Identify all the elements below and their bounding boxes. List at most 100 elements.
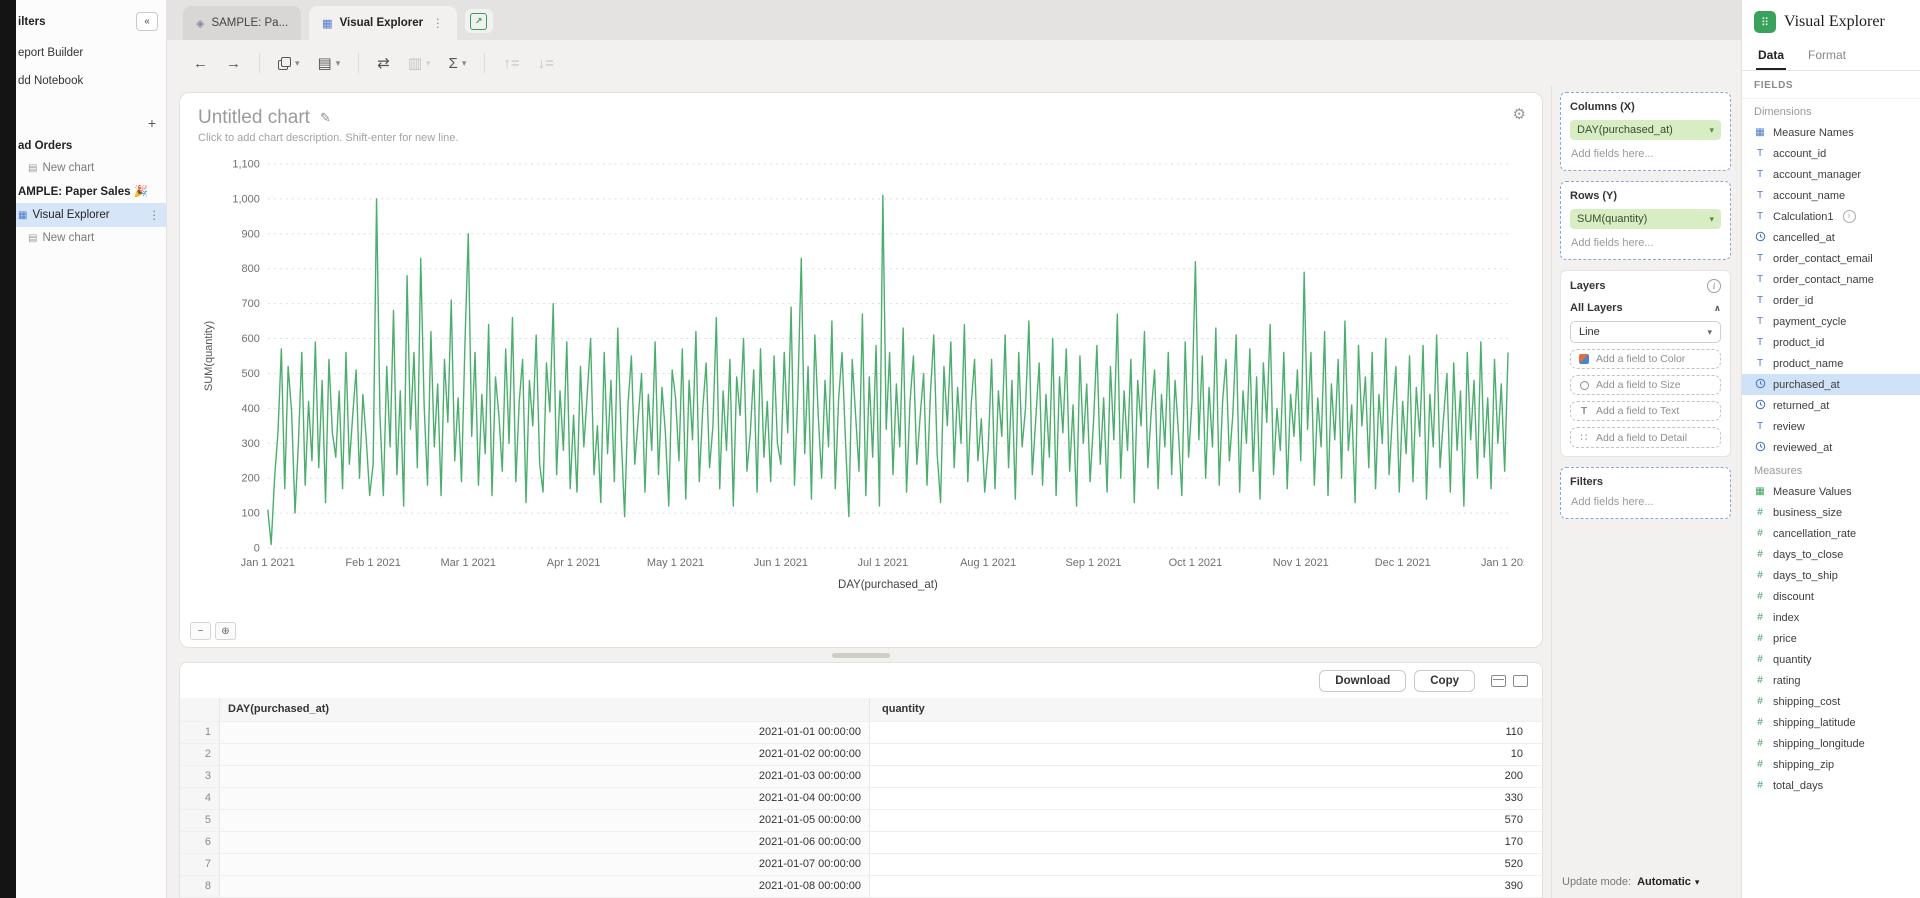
row-number: 1 bbox=[180, 722, 220, 743]
info-icon[interactable]: i bbox=[1707, 279, 1721, 293]
sidebar-item-new-chart[interactable]: ▤ New chart bbox=[16, 157, 166, 179]
tab-data[interactable]: Data bbox=[1756, 42, 1786, 70]
field-item-index[interactable]: #index bbox=[1742, 607, 1920, 628]
sort-ascending-button[interactable]: ↑= bbox=[503, 55, 519, 72]
field-item-order-id[interactable]: Torder_id bbox=[1742, 290, 1920, 311]
chart-description-placeholder[interactable]: Click to add chart description. Shift-en… bbox=[198, 132, 1524, 144]
text-field-icon: T bbox=[1754, 422, 1766, 432]
line-chart[interactable]: 01002003004005006007008009001,0001,100Ja… bbox=[198, 150, 1524, 602]
field-item-account-id[interactable]: Taccount_id bbox=[1742, 143, 1920, 164]
field-item-shipping-latitude[interactable]: #shipping_latitude bbox=[1742, 712, 1920, 733]
sort-descending-button[interactable]: ↓= bbox=[538, 55, 554, 72]
field-item-order-contact-email[interactable]: Torder_contact_email bbox=[1742, 248, 1920, 269]
rows-y-well[interactable]: Rows (Y) SUM(quantity) ▾ Add fields here… bbox=[1560, 181, 1731, 260]
resize-handle[interactable] bbox=[832, 653, 890, 658]
field-item-business-size[interactable]: #business_size bbox=[1742, 502, 1920, 523]
field-item-discount[interactable]: #discount bbox=[1742, 586, 1920, 607]
table-row[interactable]: 42021-01-04 00:00:00330 bbox=[180, 788, 1542, 810]
column-header-quantity[interactable]: quantity bbox=[870, 698, 1535, 721]
sidebar-item-orders-folder[interactable]: ad Orders bbox=[16, 135, 166, 157]
field-pill-sum-quantity[interactable]: SUM(quantity) ▾ bbox=[1570, 209, 1721, 229]
table-row[interactable]: 62021-01-06 00:00:00170 bbox=[180, 832, 1542, 854]
table-row[interactable]: 32021-01-03 00:00:00200 bbox=[180, 766, 1542, 788]
pivot-button[interactable]: ⇄ bbox=[377, 54, 390, 72]
field-item-returned-at[interactable]: returned_at bbox=[1742, 395, 1920, 416]
field-item-days-to-close[interactable]: #days_to_close bbox=[1742, 544, 1920, 565]
chart-title[interactable]: Untitled chart bbox=[198, 107, 310, 129]
tab-visual-explorer[interactable]: ▦ Visual Explorer ⋮ bbox=[309, 6, 456, 40]
add-document-button[interactable]: + bbox=[148, 115, 156, 131]
field-pill-day-purchased-at[interactable]: DAY(purchased_at) ▾ bbox=[1570, 120, 1721, 140]
field-item-cancelled-at[interactable]: cancelled_at bbox=[1742, 227, 1920, 248]
expand-table-icon[interactable] bbox=[1513, 675, 1528, 687]
sidebar-item-visual-explorer[interactable]: ▦ Visual Explorer ⋮ bbox=[16, 203, 166, 227]
field-item-shipping-zip[interactable]: #shipping_zip bbox=[1742, 754, 1920, 775]
field-item-product-name[interactable]: Tproduct_name bbox=[1742, 353, 1920, 374]
stack-button[interactable]: ▥▾ bbox=[408, 54, 431, 72]
cell-quantity: 390 bbox=[870, 876, 1535, 897]
field-label: quantity bbox=[1773, 654, 1812, 666]
layer-slot-color[interactable]: Add a field to Color bbox=[1570, 349, 1721, 369]
field-item-account-name[interactable]: Taccount_name bbox=[1742, 185, 1920, 206]
chevron-up-icon[interactable]: ∧ bbox=[1714, 303, 1721, 314]
field-item-calculation1[interactable]: TCalculation1i bbox=[1742, 206, 1920, 227]
field-item-order-contact-name[interactable]: Torder_contact_name bbox=[1742, 269, 1920, 290]
field-item-price[interactable]: #price bbox=[1742, 628, 1920, 649]
chart-settings-gear-icon[interactable]: ⚙ bbox=[1513, 105, 1526, 123]
field-item-product-id[interactable]: Tproduct_id bbox=[1742, 332, 1920, 353]
field-item-measure-names[interactable]: ▦Measure Names bbox=[1742, 122, 1920, 143]
tab-menu-icon[interactable]: ⋮ bbox=[430, 16, 444, 30]
chart-card: Untitled chart ✎ Click to add chart desc… bbox=[179, 92, 1543, 648]
field-item-cancellation-rate[interactable]: #cancellation_rate bbox=[1742, 523, 1920, 544]
columns-x-well[interactable]: Columns (X) DAY(purchased_at) ▾ Add fiel… bbox=[1560, 92, 1731, 171]
collapse-table-icon[interactable] bbox=[1491, 675, 1506, 687]
share-export-tab-button[interactable]: ↗ bbox=[465, 9, 493, 33]
table-row[interactable]: 52021-01-05 00:00:00570 bbox=[180, 810, 1542, 832]
field-item-rating[interactable]: #rating bbox=[1742, 670, 1920, 691]
undo-button[interactable]: ← bbox=[193, 55, 208, 72]
zoom-out-button[interactable]: − bbox=[190, 622, 211, 640]
new-chart-icon: ▤ bbox=[28, 233, 37, 244]
field-item-review[interactable]: Treview bbox=[1742, 416, 1920, 437]
update-mode-select[interactable]: Automatic ▾ bbox=[1637, 876, 1699, 888]
edit-title-icon[interactable]: ✎ bbox=[320, 110, 331, 126]
field-item-purchased-at[interactable]: purchased_at bbox=[1742, 374, 1920, 395]
layer-slot-text[interactable]: TAdd a field to Text bbox=[1570, 401, 1721, 421]
rows-y-placeholder: Add fields here... bbox=[1570, 229, 1721, 251]
layer-slot-detail[interactable]: ∷Add a field to Detail bbox=[1570, 427, 1721, 448]
sidebar-item-sample-paper-sales[interactable]: AMPLE: Paper Sales 🎉 bbox=[16, 179, 166, 203]
column-header-day-purchased-at[interactable]: DAY(purchased_at) bbox=[220, 698, 870, 721]
sidebar-item-new-chart-2[interactable]: ▤ New chart bbox=[16, 227, 166, 249]
tab-sample-paper-sales[interactable]: ◈ SAMPLE: Pa... bbox=[183, 6, 301, 40]
sidebar-item-report-builder[interactable]: eport Builder bbox=[16, 39, 166, 67]
filters-well[interactable]: Filters Add fields here... bbox=[1560, 467, 1731, 519]
download-button[interactable]: Download bbox=[1319, 670, 1406, 692]
table-row[interactable]: 72021-01-07 00:00:00520 bbox=[180, 854, 1542, 876]
duplicate-chart-button[interactable]: ▾ bbox=[278, 57, 300, 70]
collapse-sidebar-icon[interactable]: « bbox=[136, 12, 158, 31]
field-item-shipping-longitude[interactable]: #shipping_longitude bbox=[1742, 733, 1920, 754]
layer-slot-size[interactable]: Add a field to Size bbox=[1570, 375, 1721, 395]
aggregate-button[interactable]: Σ▾ bbox=[449, 55, 467, 72]
table-row[interactable]: 22021-01-02 00:00:0010 bbox=[180, 744, 1542, 766]
field-item-quantity[interactable]: #quantity bbox=[1742, 649, 1920, 670]
field-item-measure-values[interactable]: ▦Measure Values bbox=[1742, 481, 1920, 502]
mark-type-select[interactable]: Line ▾ bbox=[1570, 321, 1721, 343]
row-number: 7 bbox=[180, 854, 220, 875]
field-item-days-to-ship[interactable]: #days_to_ship bbox=[1742, 565, 1920, 586]
redo-button[interactable]: → bbox=[226, 55, 241, 72]
field-item-shipping-cost[interactable]: #shipping_cost bbox=[1742, 691, 1920, 712]
tab-format[interactable]: Format bbox=[1806, 42, 1848, 70]
field-item-payment-cycle[interactable]: Tpayment_cycle bbox=[1742, 311, 1920, 332]
all-layers-label: All Layers bbox=[1570, 302, 1623, 314]
table-row[interactable]: 82021-01-08 00:00:00390 bbox=[180, 876, 1542, 898]
table-row[interactable]: 12021-01-01 00:00:00110 bbox=[180, 722, 1542, 744]
kebab-menu-icon[interactable]: ⋮ bbox=[149, 208, 161, 222]
field-item-account-manager[interactable]: Taccount_manager bbox=[1742, 164, 1920, 185]
field-item-reviewed-at[interactable]: reviewed_at bbox=[1742, 437, 1920, 458]
sidebar-item-add-notebook[interactable]: dd Notebook bbox=[16, 67, 166, 95]
zoom-reset-button[interactable]: ⊕ bbox=[215, 622, 236, 640]
chart-type-button[interactable]: ▤▾ bbox=[318, 54, 341, 72]
copy-button[interactable]: Copy bbox=[1414, 670, 1475, 692]
field-item-total-days[interactable]: #total_days bbox=[1742, 775, 1920, 796]
